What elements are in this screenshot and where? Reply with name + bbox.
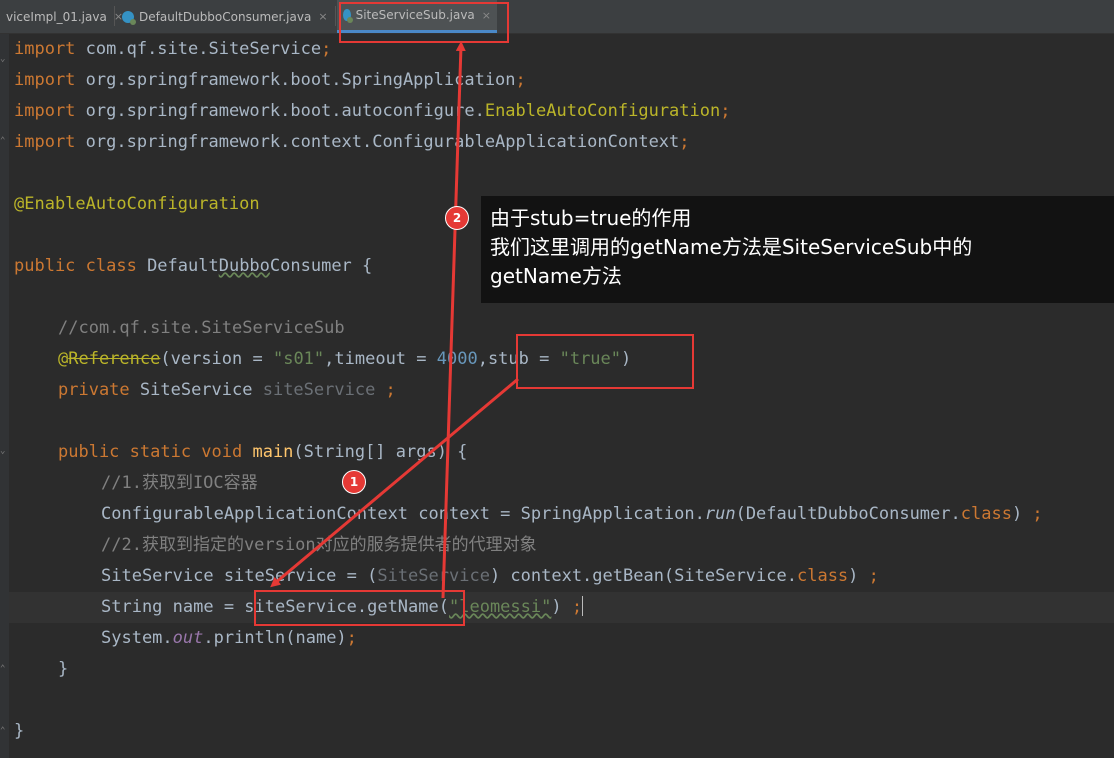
- annotation-arrows: [270, 41, 519, 599]
- step-badge-1: 1: [342, 470, 366, 494]
- step-badge-2: 2: [445, 206, 469, 230]
- arrow-to-stub: [270, 377, 519, 588]
- callout-line: 我们这里调用的getName方法是SiteServiceSub中的: [490, 235, 973, 259]
- arrow-to-tab: [441, 41, 466, 599]
- callout-line: getName方法: [490, 264, 622, 288]
- callout-line: 由于stub=true的作用: [490, 206, 692, 230]
- annotation-callout: 由于stub=true的作用 我们这里调用的getName方法是SiteServ…: [481, 196, 1114, 303]
